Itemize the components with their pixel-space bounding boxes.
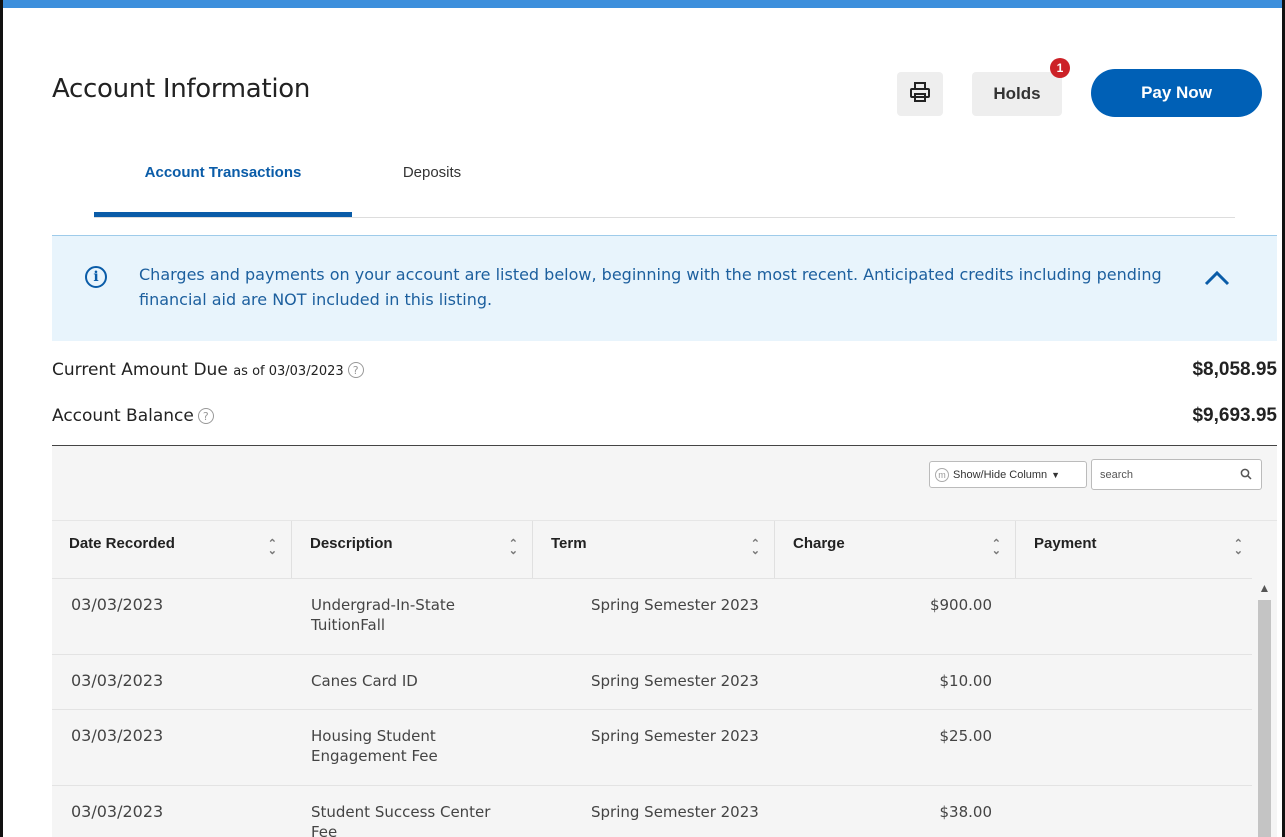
info-banner: i Charges and payments on your account a… xyxy=(52,235,1277,341)
table-body: 03/03/2023 Undergrad-In-State TuitionFal… xyxy=(52,578,1252,837)
account-balance-label: Account Balance? xyxy=(52,406,214,426)
print-button[interactable] xyxy=(897,72,943,116)
account-information-page: Account Information Holds 1 Pay Now Acco… xyxy=(0,0,1285,837)
current-due-label-text: Current Amount Due xyxy=(52,360,228,380)
info-icon: i xyxy=(85,266,107,288)
column-header-description[interactable]: Description ⌃ ⌄ xyxy=(293,521,533,578)
account-balance-value: $9,693.95 xyxy=(1192,405,1277,426)
sort-icon: ⌃ ⌄ xyxy=(508,538,518,557)
tab-account-transactions[interactable]: Account Transactions xyxy=(94,150,352,217)
current-amount-due-row: Current Amount Due as of 03/03/2023? $8,… xyxy=(52,354,1277,386)
table-header: Date Recorded ⌃ ⌄ Description ⌃ ⌄ Term ⌃ ⌄ … xyxy=(52,520,1277,578)
scrollbar-thumb[interactable] xyxy=(1258,600,1271,837)
cell-description: Housing Student Engagement Fee xyxy=(311,727,438,765)
cell-description: Student Success Center Fee xyxy=(311,803,491,837)
cell-date: 03/03/2023 xyxy=(71,671,164,690)
cell-charge: $38.00 xyxy=(939,803,993,821)
show-hide-column-label: Show/Hide Column xyxy=(953,468,1048,481)
page-title: Account Information xyxy=(52,74,311,104)
table-row[interactable]: 03/03/2023 Undergrad-In-State TuitionFal… xyxy=(52,578,1252,654)
column-header-label: Payment xyxy=(1034,535,1097,552)
transactions-table: m Show/Hide Column ▼ Date Recorded ⌃⌄ De… xyxy=(52,445,1277,837)
cell-charge: $25.00 xyxy=(939,727,993,745)
sort-icon: ⌃ ⌄ xyxy=(991,538,1001,557)
table-row[interactable]: 03/03/2023 Student Success Center Fee Sp… xyxy=(52,785,1252,837)
cell-date: 03/03/2023 xyxy=(71,595,164,614)
column-header-payment[interactable]: Payment ⌃ ⌄ xyxy=(1017,521,1257,578)
tab-bar: Account Transactions Deposits xyxy=(94,150,1235,218)
current-amount-due-label: Current Amount Due as of 03/03/2023? xyxy=(52,360,364,380)
holds-count-badge: 1 xyxy=(1050,58,1070,78)
pay-now-button[interactable]: Pay Now xyxy=(1091,69,1262,117)
cell-description: Canes Card ID xyxy=(311,672,418,690)
search-input[interactable] xyxy=(1100,468,1230,481)
column-header-term[interactable]: Term ⌃ ⌄ xyxy=(534,521,775,578)
cell-description: Undergrad-In-State TuitionFall xyxy=(311,596,456,634)
chevron-up-icon[interactable] xyxy=(1202,268,1232,292)
help-icon[interactable]: ? xyxy=(347,362,364,378)
cell-term: Spring Semester 2023 xyxy=(591,803,759,821)
search-field[interactable] xyxy=(1091,459,1262,490)
info-banner-text: Charges and payments on your account are… xyxy=(139,265,1162,309)
cell-charge: $900.00 xyxy=(929,596,992,614)
column-header-charge[interactable]: Charge ⌃ ⌄ xyxy=(776,521,1016,578)
sort-icon: ⌃ ⌄ xyxy=(750,538,760,557)
top-accent-bar xyxy=(3,0,1282,8)
table-scrollbar[interactable]: ▲ xyxy=(1252,578,1277,837)
holds-button[interactable]: Holds xyxy=(972,72,1062,116)
current-amount-due-value: $8,058.95 xyxy=(1192,359,1277,380)
caret-down-icon: ▼ xyxy=(1051,469,1061,480)
cell-charge: $10.00 xyxy=(939,672,993,690)
current-due-asof: as of 03/03/2023 xyxy=(233,364,344,379)
column-header-label: Date Recorded xyxy=(69,535,175,552)
cell-term: Spring Semester 2023 xyxy=(591,672,759,690)
sort-icon: ⌃ ⌄ xyxy=(267,538,277,557)
cell-term: Spring Semester 2023 xyxy=(591,727,759,745)
cell-date: 03/03/2023 xyxy=(71,726,164,745)
balance-label-text: Account Balance xyxy=(52,406,194,426)
account-balance-row: Account Balance? $9,693.95 xyxy=(52,400,1277,432)
help-icon[interactable]: ? xyxy=(197,408,214,424)
search-icon xyxy=(1240,467,1252,485)
cell-term: Spring Semester 2023 xyxy=(591,596,759,614)
table-row[interactable]: 03/03/2023 Housing Student Engagement Fe… xyxy=(52,709,1252,785)
cell-date: 03/03/2023 xyxy=(71,802,164,821)
column-header-label: Charge xyxy=(793,535,845,552)
scroll-up-icon[interactable]: ▲ xyxy=(1252,578,1277,598)
table-row[interactable]: 03/03/2023 Canes Card ID Spring Semester… xyxy=(52,654,1252,709)
column-header-label: Term xyxy=(551,535,587,552)
tab-deposits[interactable]: Deposits xyxy=(352,150,512,217)
show-hide-column-button[interactable]: m Show/Hide Column ▼ xyxy=(929,461,1087,488)
column-header-date-recorded[interactable]: Date Recorded ⌃ ⌄ xyxy=(52,521,292,578)
columns-icon: m xyxy=(935,467,949,482)
column-header-label: Description xyxy=(310,535,393,552)
sort-icon: ⌃ ⌄ xyxy=(1233,538,1243,557)
printer-icon xyxy=(909,81,931,108)
